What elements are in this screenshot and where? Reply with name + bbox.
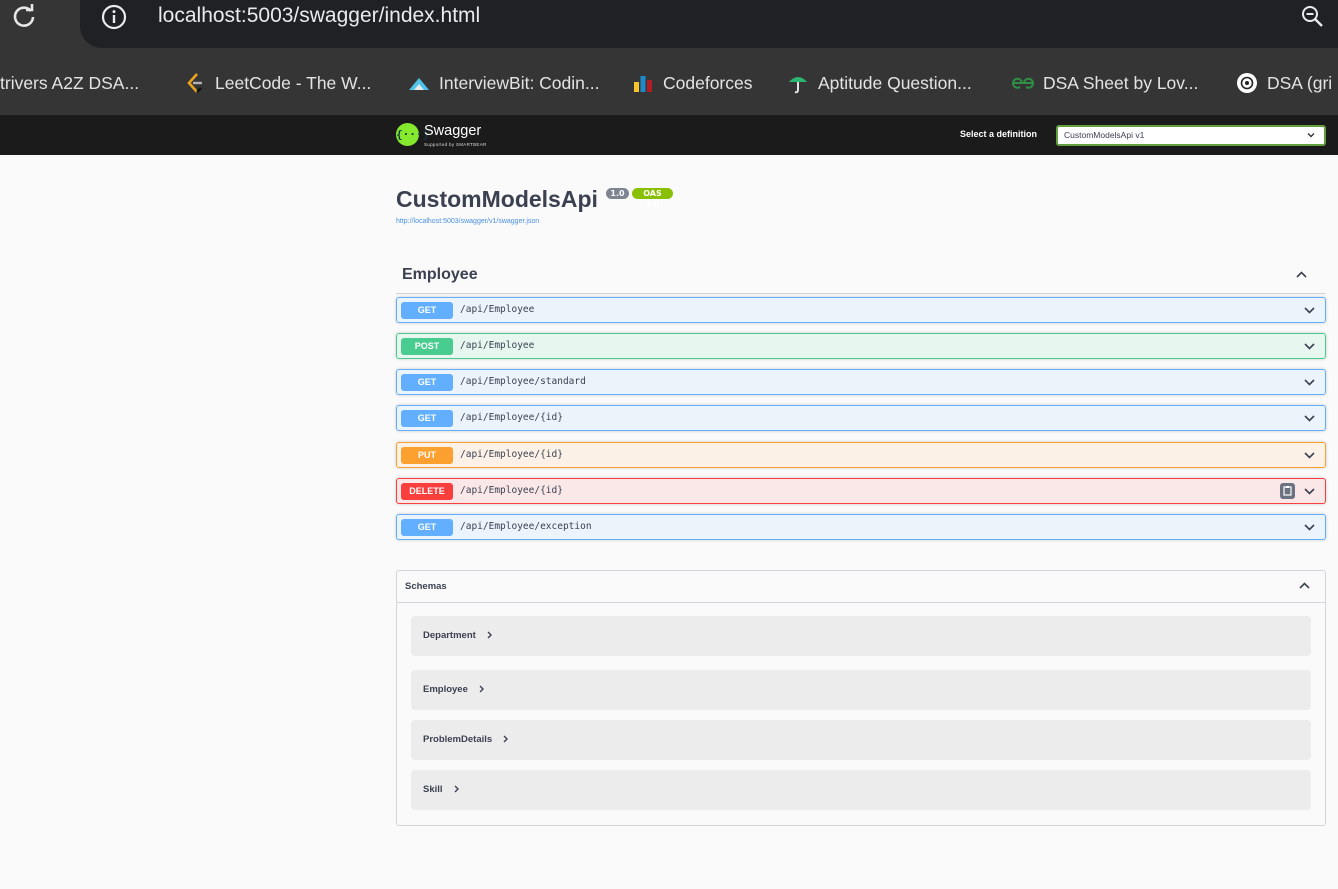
chevron-down-icon[interactable] (1303, 449, 1316, 462)
operation-delete-employee-id[interactable]: DELETE /api/Employee/{id} (396, 478, 1326, 504)
operation-path: /api/Employee/{id} (460, 412, 563, 423)
chevron-down-icon[interactable] (1303, 485, 1316, 498)
schema-model-employee[interactable]: Employee (411, 670, 1311, 710)
copy-icon[interactable] (1280, 483, 1295, 499)
api-title: CustomModelsApi (396, 186, 598, 212)
zoom-icon[interactable] (1300, 4, 1324, 28)
swagger-topbar: {···} Swagger Supported by SMARTBEAR Sel… (0, 115, 1338, 155)
model-name: Department (423, 630, 476, 641)
operation-path: /api/Employee/standard (460, 376, 586, 387)
chevron-up-icon[interactable] (1295, 268, 1308, 281)
operation-get-employee[interactable]: GET /api/Employee (396, 297, 1326, 323)
version-badge: 1.0 (606, 188, 629, 199)
bookmark-label: DSA Sheet by Lov... (1043, 72, 1199, 93)
swagger-logo-subtitle: Supported by SMARTBEAR (424, 142, 487, 147)
operation-path: /api/Employee/{id} (460, 449, 563, 460)
chevron-down-icon[interactable] (1303, 376, 1316, 389)
bookmark-item[interactable]: InterviewBit: Codin... (408, 71, 599, 95)
method-badge: GET (401, 410, 453, 427)
browser-toolbar: localhost:5003/swagger/index.html (0, 0, 1338, 51)
bookmark-label: Codeforces (663, 72, 753, 93)
bookmark-label: InterviewBit: Codin... (439, 72, 600, 93)
schemas-title: Schemas (405, 581, 447, 592)
chevron-up-icon[interactable] (1298, 579, 1311, 592)
bookmark-label: trivers A2Z DSA... (0, 72, 140, 93)
bookmark-label: DSA (gri (1267, 72, 1333, 93)
method-badge: GET (401, 302, 453, 319)
operation-get-employee-id[interactable]: GET /api/Employee/{id} (396, 405, 1326, 431)
operation-get-employee-standard[interactable]: GET /api/Employee/standard (396, 369, 1326, 395)
operation-path: /api/Employee (460, 304, 535, 315)
bookmark-label: LeetCode - The W... (215, 72, 372, 93)
model-name: Employee (423, 684, 468, 695)
schema-model-department[interactable]: Department (411, 616, 1311, 656)
schemas-header[interactable]: Schemas (397, 571, 1325, 603)
chevron-down-icon (1306, 130, 1316, 140)
operation-post-employee[interactable]: POST /api/Employee (396, 333, 1326, 359)
model-name: Skill (423, 784, 443, 795)
aptitude-icon (787, 72, 809, 94)
swagger-logo[interactable]: {···} Swagger Supported by SMARTBEAR (396, 123, 486, 147)
codeforces-icon (632, 72, 654, 94)
tag-employee-header[interactable]: Employee (396, 260, 1326, 294)
chevron-down-icon[interactable] (1303, 340, 1316, 353)
bookmark-label: Aptitude Question... (818, 72, 972, 93)
chevron-right-icon (502, 735, 509, 743)
gfg-icon (1012, 72, 1034, 94)
chevron-right-icon (486, 631, 493, 639)
swagger-logo-text: Swagger (424, 123, 482, 139)
bookmark-item[interactable]: DSA (gri (1236, 71, 1332, 95)
method-badge: PUT (401, 447, 453, 464)
chevron-right-icon (478, 685, 485, 693)
operation-path: /api/Employee/{id} (460, 485, 563, 496)
chevron-down-icon[interactable] (1303, 304, 1316, 317)
chevron-right-icon (453, 785, 460, 793)
reload-icon[interactable] (8, 2, 40, 30)
operation-path: /api/Employee (460, 340, 535, 351)
url-text[interactable]: localhost:5003/swagger/index.html (158, 4, 480, 28)
method-badge: DELETE (401, 483, 453, 500)
method-badge: GET (401, 374, 453, 391)
leetcode-icon (184, 72, 206, 94)
method-badge: POST (401, 338, 453, 355)
interviewbit-icon (408, 72, 430, 94)
site-info-icon[interactable] (100, 3, 128, 31)
definition-select-value: CustomModelsApi v1 (1064, 130, 1145, 140)
definition-label: Select a definition (960, 129, 1038, 139)
method-badge: GET (401, 519, 453, 536)
swagger-logo-icon: {···} (396, 123, 429, 146)
operation-path: /api/Employee/exception (460, 521, 592, 532)
chevron-down-icon[interactable] (1303, 521, 1316, 534)
schema-model-skill[interactable]: Skill (411, 770, 1311, 810)
oas-badge: OAS 3.0 (632, 188, 673, 209)
spec-url-link[interactable]: http://localhost:5003/swagger/v1/swagger… (396, 218, 539, 225)
bookmark-item[interactable]: trivers A2Z DSA... (0, 71, 139, 95)
bookmark-item[interactable]: Codeforces (632, 71, 753, 95)
schemas-section: Schemas Department Employee ProblemDetai… (396, 570, 1326, 826)
bookmark-item[interactable]: LeetCode - The W... (184, 71, 371, 95)
bookmarks-bar: trivers A2Z DSA... LeetCode - The W... I… (0, 51, 1338, 115)
definition-select[interactable]: CustomModelsApi v1 (1056, 125, 1326, 146)
tag-title: Employee (402, 266, 478, 283)
chatgpt-icon (1236, 72, 1258, 94)
model-name: ProblemDetails (423, 734, 493, 745)
bookmark-item[interactable]: Aptitude Question... (787, 71, 972, 95)
chevron-down-icon[interactable] (1303, 412, 1316, 425)
bookmark-item[interactable]: DSA Sheet by Lov... (1012, 71, 1198, 95)
schema-model-problemdetails[interactable]: ProblemDetails (411, 720, 1311, 760)
operation-put-employee-id[interactable]: PUT /api/Employee/{id} (396, 442, 1326, 468)
operation-get-employee-exception[interactable]: GET /api/Employee/exception (396, 514, 1326, 540)
